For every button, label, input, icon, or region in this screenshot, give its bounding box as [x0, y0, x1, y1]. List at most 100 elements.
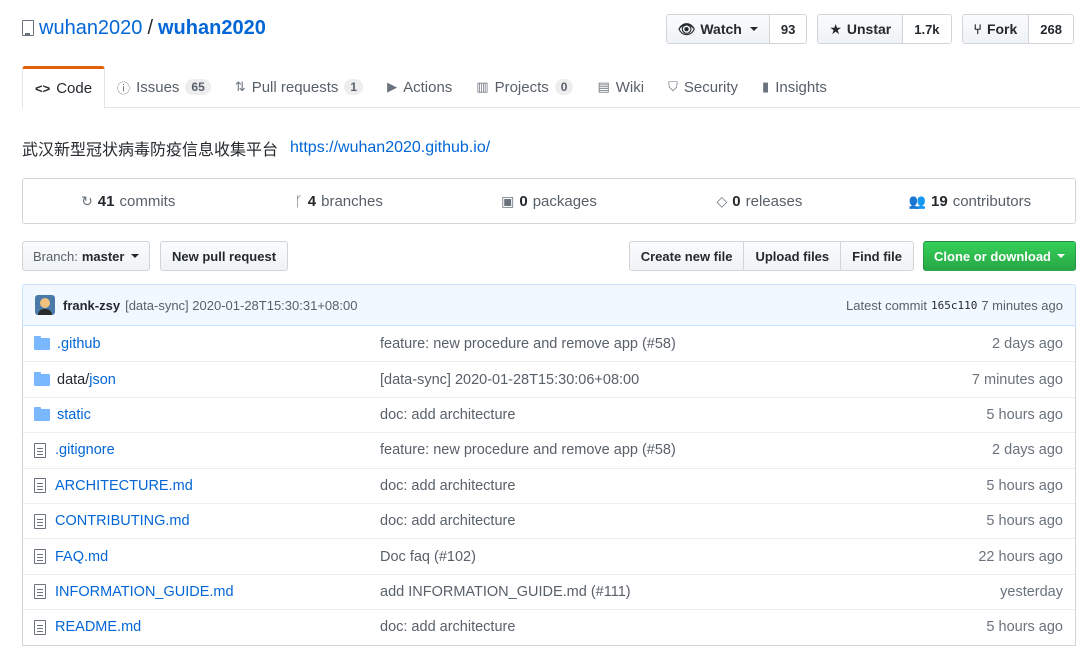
branch-name: master	[81, 248, 125, 264]
table-row: FAQ.md Doc faq (#102) 22 hours ago	[23, 538, 1075, 573]
file-name-text[interactable]: data/	[57, 372, 89, 388]
forks-count[interactable]: 268	[1029, 15, 1073, 43]
issue-icon: ⓘ	[117, 80, 131, 96]
play-icon: ▶	[387, 79, 398, 94]
homepage-link[interactable]: https://wuhan2020.github.io/	[290, 139, 490, 157]
upload-files-button[interactable]: Upload files	[744, 242, 842, 270]
branches-link[interactable]: ᚴ 4 branches	[233, 179, 443, 223]
tab-insights-label: Insights	[775, 78, 827, 96]
file-commit-message[interactable]: [data-sync] 2020-01-28T15:30:06+08:00	[369, 372, 875, 388]
table-row: data/json [data-sync] 2020-01-28T15:30:0…	[23, 361, 1075, 396]
people-icon: 👥	[908, 192, 927, 209]
fork-label: Fork	[986, 21, 1018, 37]
new-pull-request-button[interactable]: New pull request	[160, 241, 289, 271]
file-name-text[interactable]: static	[57, 407, 91, 423]
branch-icon: ᚴ	[294, 193, 303, 209]
fork-button[interactable]: ⑂ Fork	[962, 15, 1030, 43]
file-name[interactable]: CONTRIBUTING.md	[23, 513, 369, 529]
find-file-button[interactable]: Find file	[841, 242, 913, 270]
commit-author[interactable]: frank-zsy	[63, 298, 120, 313]
file-name[interactable]: .github	[23, 335, 369, 352]
commit-sha[interactable]: 165c110	[931, 299, 977, 312]
tab-pull-requests[interactable]: ⇅ Pull requests 1	[223, 66, 375, 108]
file-age: 22 hours ago	[978, 548, 1063, 565]
file-age: 5 hours ago	[986, 619, 1063, 636]
numbers-summary: ↻ 41 commits ᚴ 4 branches ▣ 0 packages ◇…	[22, 178, 1076, 224]
branches-label: branches	[321, 192, 383, 210]
folder-icon	[34, 406, 50, 421]
tab-wiki-label: Wiki	[615, 78, 645, 96]
branch-select-button[interactable]: Branch: master	[22, 241, 151, 271]
file-name-text[interactable]: FAQ.md	[55, 549, 108, 565]
branch-prefix: Branch:	[33, 248, 78, 264]
repo-nav-tabs: <> Code ⓘ Issues 65 ⇅ Pull requests 1 ▶ …	[22, 66, 1080, 109]
file-commit-message[interactable]: doc: add architecture	[369, 407, 875, 423]
repo-title: wuhan2020 / wuhan2020	[22, 14, 266, 42]
tab-code[interactable]: <> Code	[22, 66, 106, 109]
packages-link[interactable]: ▣ 0 packages	[444, 179, 654, 223]
table-row: ARCHITECTURE.md doc: add architecture 5 …	[23, 467, 1075, 503]
file-commit-message[interactable]: doc: add architecture	[369, 478, 875, 494]
file-age: yesterday	[1000, 583, 1063, 600]
watch-button-group: 👁 Watch 93	[665, 14, 808, 44]
project-icon: ▥	[476, 79, 489, 94]
table-row: README.md doc: add architecture 5 hours …	[23, 609, 1075, 644]
tab-insights[interactable]: ▮ Insights	[750, 66, 839, 108]
file-icon	[34, 549, 46, 565]
pagehead-actions: 👁 Watch 93 ★ Unstar 1.7k ⑂ Fork 268	[665, 14, 1074, 44]
file-commit-message[interactable]: feature: new procedure and remove app (#…	[369, 442, 875, 458]
file-name-text[interactable]: ARCHITECTURE.md	[55, 478, 193, 494]
file-age: 5 hours ago	[986, 406, 1063, 423]
fork-icon: ⑂	[973, 21, 982, 37]
avatar[interactable]	[35, 295, 55, 315]
watchers-count[interactable]: 93	[769, 15, 807, 43]
description-text: 武汉新型冠状病毒防疫信息收集平台	[22, 142, 279, 159]
file-name-subpath[interactable]: json	[89, 372, 116, 388]
pull-request-icon: ⇅	[234, 79, 246, 94]
tab-security[interactable]: ⛉ Security	[656, 66, 750, 108]
file-name[interactable]: ARCHITECTURE.md	[23, 478, 369, 494]
tab-projects[interactable]: ▥ Projects 0	[464, 66, 585, 108]
file-name-text[interactable]: CONTRIBUTING.md	[55, 513, 190, 529]
package-icon: ▣	[501, 192, 515, 209]
projects-counter: 0	[554, 79, 574, 95]
file-commit-message[interactable]: doc: add architecture	[369, 513, 875, 529]
file-name-text[interactable]: .gitignore	[55, 442, 115, 458]
repo-owner-link[interactable]: wuhan2020	[39, 14, 142, 42]
commit-message[interactable]: [data-sync] 2020-01-28T15:30:31+08:00	[125, 298, 357, 313]
tab-actions-label: Actions	[403, 78, 453, 96]
file-name[interactable]: data/json	[23, 371, 369, 388]
latest-commit-bar: frank-zsy [data-sync] 2020-01-28T15:30:3…	[22, 284, 1076, 326]
file-icon	[34, 442, 46, 458]
caret-down-icon	[131, 254, 140, 258]
clone-or-download-button[interactable]: Clone or download	[923, 241, 1076, 271]
book-icon: ▤	[597, 79, 610, 94]
contributors-link[interactable]: 👥 19 contributors	[865, 179, 1075, 223]
tab-issues[interactable]: ⓘ Issues 65	[105, 66, 223, 108]
file-name-text[interactable]: .github	[57, 336, 101, 352]
watch-button[interactable]: 👁 Watch	[666, 15, 770, 43]
file-commit-message[interactable]: Doc faq (#102)	[369, 549, 875, 565]
tab-actions[interactable]: ▶ Actions	[375, 66, 464, 108]
file-commit-message[interactable]: add INFORMATION_GUIDE.md (#111)	[369, 584, 875, 600]
commits-link[interactable]: ↻ 41 commits	[23, 179, 233, 223]
tag-icon: ◇	[716, 192, 728, 209]
tab-wiki[interactable]: ▤ Wiki	[585, 66, 656, 108]
file-commit-message[interactable]: feature: new procedure and remove app (#…	[369, 336, 875, 352]
caret-down-icon	[749, 27, 758, 31]
file-name-text[interactable]: INFORMATION_GUIDE.md	[55, 584, 234, 600]
unstar-button[interactable]: ★ Unstar	[818, 15, 904, 43]
file-name-text[interactable]: README.md	[55, 619, 141, 635]
stargazers-count[interactable]: 1.7k	[903, 15, 951, 43]
file-name[interactable]: .gitignore	[23, 442, 369, 458]
file-name[interactable]: static	[23, 406, 369, 423]
file-commit-message[interactable]: doc: add architecture	[369, 619, 875, 635]
releases-link[interactable]: ◇ 0 releases	[654, 179, 864, 223]
releases-count: 0	[732, 192, 741, 210]
create-new-file-button[interactable]: Create new file	[629, 242, 745, 270]
repo-name-link[interactable]: wuhan2020	[158, 14, 266, 42]
tab-pull-requests-label: Pull requests	[251, 78, 339, 96]
file-name[interactable]: README.md	[23, 619, 369, 635]
file-name[interactable]: INFORMATION_GUIDE.md	[23, 584, 369, 600]
file-name[interactable]: FAQ.md	[23, 549, 369, 565]
